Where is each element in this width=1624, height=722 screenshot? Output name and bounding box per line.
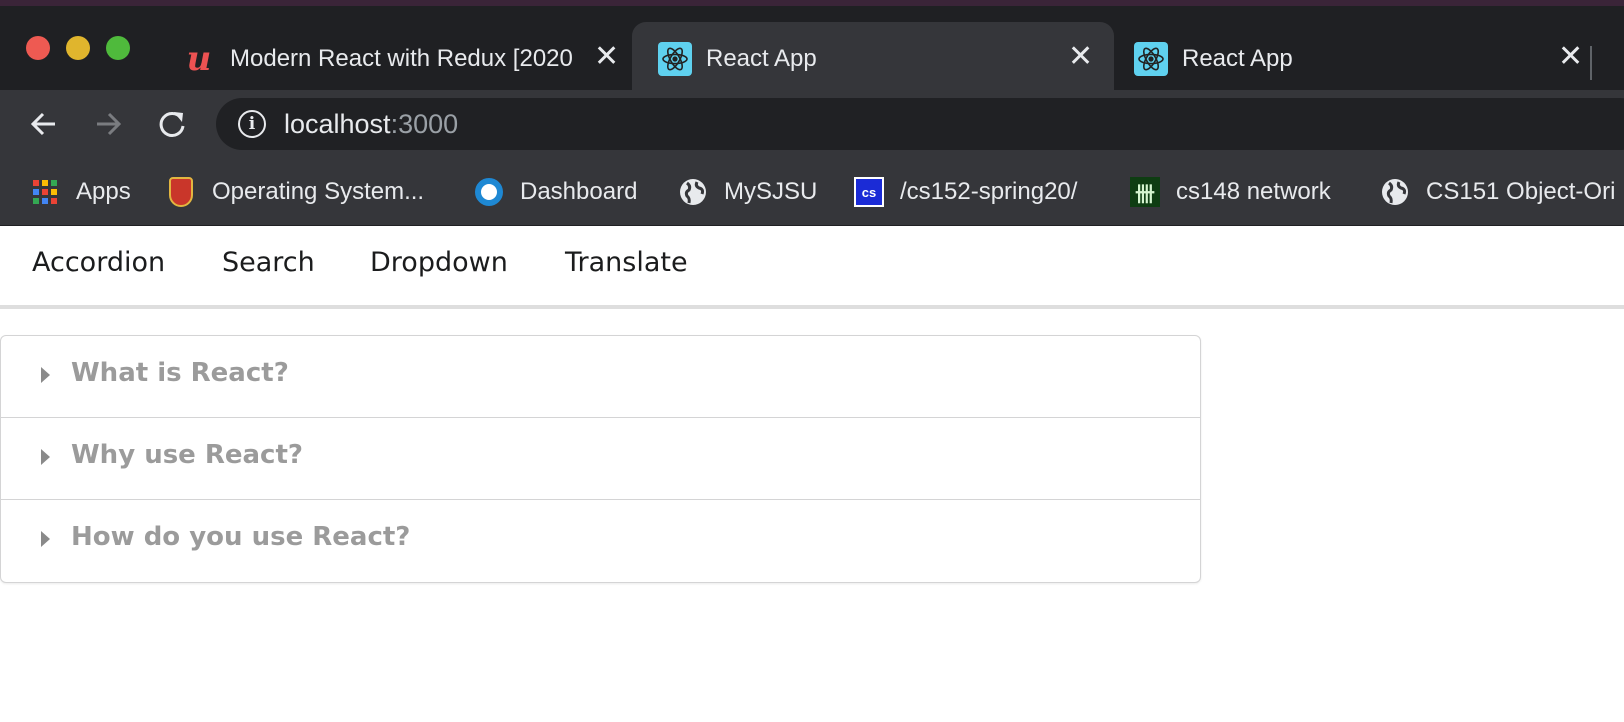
tab-title: React App xyxy=(706,45,817,72)
udemy-icon: u xyxy=(186,39,212,79)
caret-right-icon xyxy=(41,449,50,465)
accordion-item[interactable]: How do you use React? xyxy=(1,500,1200,582)
globe-icon xyxy=(1380,177,1410,207)
bookmark-label: MySJSU xyxy=(724,178,818,205)
menu-item-dropdown[interactable]: Dropdown xyxy=(370,247,508,278)
tab-title: Modern React with Redux [2020 xyxy=(230,45,572,72)
tab-title: React App xyxy=(1182,45,1293,72)
bookmark-cs148-network[interactable]: 卌 cs148 network xyxy=(1130,174,1331,210)
network-icon: 卌 xyxy=(1130,177,1160,207)
tab-strip: u Modern React with Redux [2020 ✕ React … xyxy=(0,0,1624,96)
address-bar[interactable]: i localhost:3000 ★ xyxy=(216,98,1624,150)
top-menu: Accordion Search Dropdown Translate xyxy=(0,227,1624,309)
bookmark-cs151[interactable]: CS151 Object-Ori xyxy=(1380,174,1615,210)
accordion-title: Why use React? xyxy=(71,440,303,470)
close-window-button[interactable] xyxy=(26,36,50,60)
bookmark-label: /cs152-spring20/ xyxy=(900,178,1078,205)
tab-react-app[interactable]: React App ✕ xyxy=(1114,22,1592,96)
react-icon xyxy=(658,42,692,76)
crest-icon xyxy=(166,177,196,207)
bookmark-label: Apps xyxy=(76,178,131,205)
react-icon xyxy=(1134,42,1168,76)
back-icon[interactable] xyxy=(26,106,62,142)
bookmark-cs152[interactable]: cs /cs152-spring20/ xyxy=(854,174,1077,210)
cs-icon: cs xyxy=(854,177,884,207)
caret-right-icon xyxy=(41,367,50,383)
menu-item-accordion[interactable]: Accordion xyxy=(32,247,165,278)
tab-react-app-active[interactable]: React App ✕ xyxy=(632,22,1114,96)
globe-icon xyxy=(678,177,708,207)
url-port: :3000 xyxy=(390,108,459,139)
accordion: What is React? Why use React? How do you… xyxy=(0,335,1201,583)
tab-udemy[interactable]: u Modern React with Redux [2020 ✕ xyxy=(160,22,630,96)
bookmark-label: Operating System... xyxy=(212,178,425,205)
forward-icon[interactable] xyxy=(90,106,126,142)
site-info-icon[interactable]: i xyxy=(238,110,266,138)
bookmark-label: cs148 network xyxy=(1176,178,1331,205)
page-content: Accordion Search Dropdown Translate What… xyxy=(0,227,1624,722)
accordion-item[interactable]: Why use React? xyxy=(1,418,1200,500)
bookmark-mysjsu[interactable]: MySJSU xyxy=(678,174,817,210)
menu-item-translate[interactable]: Translate xyxy=(565,247,688,278)
dashboard-icon xyxy=(474,177,504,207)
tab-close-icon[interactable]: ✕ xyxy=(594,42,619,72)
browser-window: u Modern React with Redux [2020 ✕ React … xyxy=(0,0,1624,722)
maximize-window-button[interactable] xyxy=(106,36,130,60)
apps-grid-icon xyxy=(30,177,60,207)
tab-separator xyxy=(1590,46,1592,80)
minimize-window-button[interactable] xyxy=(66,36,90,60)
bookmark-label: CS151 Object-Ori xyxy=(1426,178,1616,205)
caret-right-icon xyxy=(41,531,50,547)
bookmarks-bar: Apps Operating System... Dashboard MySJS… xyxy=(0,158,1624,226)
browser-toolbar: i localhost:3000 ★ xyxy=(0,90,1624,158)
bookmark-apps[interactable]: Apps xyxy=(30,174,131,210)
reload-icon[interactable] xyxy=(154,106,190,142)
accordion-title: How do you use React? xyxy=(71,522,411,552)
tab-close-icon[interactable]: ✕ xyxy=(1558,42,1583,72)
bookmark-label: Dashboard xyxy=(520,178,638,205)
tab-close-icon[interactable]: ✕ xyxy=(1068,42,1093,72)
menu-item-search[interactable]: Search xyxy=(222,247,315,278)
bookmark-dashboard[interactable]: Dashboard xyxy=(474,174,637,210)
accordion-item[interactable]: What is React? xyxy=(1,336,1200,418)
bookmark-operating-systems[interactable]: Operating System... xyxy=(166,174,424,210)
url-host: localhost xyxy=(284,108,391,139)
accordion-title: What is React? xyxy=(71,358,289,388)
